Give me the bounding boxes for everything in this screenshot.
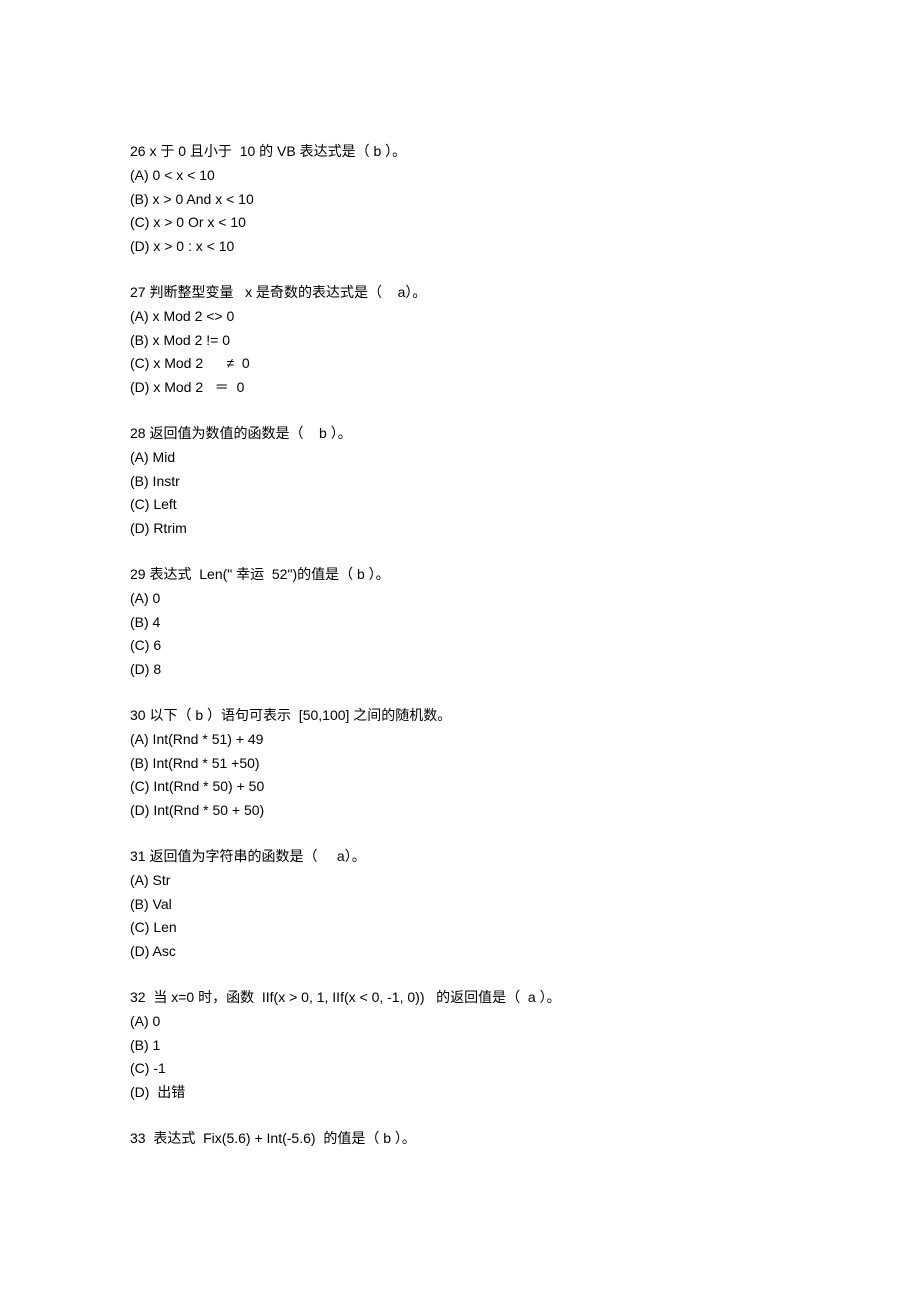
option-b: (B) 4: [130, 611, 790, 635]
question-text: 29 表达式 Len(" 幸运 52")的值是（ b ）。: [130, 563, 790, 587]
option-a: (A) Int(Rnd * 51) + 49: [130, 728, 790, 752]
option-b: (B) Int(Rnd * 51 +50): [130, 752, 790, 776]
option-b: (B) Instr: [130, 470, 790, 494]
option-c: (C) -1: [130, 1057, 790, 1081]
option-a: (A) Str: [130, 869, 790, 893]
question-text: 31 返回值为字符串的函数是（ a）。: [130, 845, 790, 869]
option-c: (C) x > 0 Or x < 10: [130, 211, 790, 235]
question-text: 30 以下（ b ）语句可表示 [50,100] 之间的随机数。: [130, 704, 790, 728]
question-text: 27 判断整型变量 x 是奇数的表达式是（ a）。: [130, 281, 790, 305]
option-d: (D) x Mod 2 ＝ 0: [130, 376, 790, 400]
question-text: 26 x 于 0 且小于 10 的 VB 表达式是（ b ）。: [130, 140, 790, 164]
question-27: 27 判断整型变量 x 是奇数的表达式是（ a）。 (A) x Mod 2 <>…: [130, 281, 790, 400]
option-a: (A) 0: [130, 1010, 790, 1034]
option-a: (A) 0: [130, 587, 790, 611]
question-28: 28 返回值为数值的函数是（ b ）。 (A) Mid (B) Instr (C…: [130, 422, 790, 541]
option-c: (C) Int(Rnd * 50) + 50: [130, 775, 790, 799]
question-text: 32 当 x=0 时，函数 IIf(x > 0, 1, IIf(x < 0, -…: [130, 986, 790, 1010]
option-a: (A) x Mod 2 <> 0: [130, 305, 790, 329]
option-c: (C) Left: [130, 493, 790, 517]
option-c: (C) x Mod 2 ≠ 0: [130, 352, 790, 376]
option-d: (D) Rtrim: [130, 517, 790, 541]
option-c: (C) 6: [130, 634, 790, 658]
question-30: 30 以下（ b ）语句可表示 [50,100] 之间的随机数。 (A) Int…: [130, 704, 790, 823]
question-32: 32 当 x=0 时，函数 IIf(x > 0, 1, IIf(x < 0, -…: [130, 986, 790, 1105]
question-31: 31 返回值为字符串的函数是（ a）。 (A) Str (B) Val (C) …: [130, 845, 790, 964]
question-29: 29 表达式 Len(" 幸运 52")的值是（ b ）。 (A) 0 (B) …: [130, 563, 790, 682]
option-d: (D) Int(Rnd * 50 + 50): [130, 799, 790, 823]
option-a: (A) Mid: [130, 446, 790, 470]
option-b: (B) Val: [130, 893, 790, 917]
option-d: (D) 出错: [130, 1081, 790, 1105]
question-26: 26 x 于 0 且小于 10 的 VB 表达式是（ b ）。 (A) 0 < …: [130, 140, 790, 259]
question-text: 33 表达式 Fix(5.6) + Int(-5.6) 的值是（ b ）。: [130, 1127, 790, 1151]
option-b: (B) x > 0 And x < 10: [130, 188, 790, 212]
option-d: (D) x > 0 : x < 10: [130, 235, 790, 259]
document-page: 26 x 于 0 且小于 10 的 VB 表达式是（ b ）。 (A) 0 < …: [0, 0, 920, 1303]
option-b: (B) x Mod 2 != 0: [130, 329, 790, 353]
option-c: (C) Len: [130, 916, 790, 940]
question-text: 28 返回值为数值的函数是（ b ）。: [130, 422, 790, 446]
option-b: (B) 1: [130, 1034, 790, 1058]
option-a: (A) 0 < x < 10: [130, 164, 790, 188]
question-33: 33 表达式 Fix(5.6) + Int(-5.6) 的值是（ b ）。: [130, 1127, 790, 1151]
option-d: (D) Asc: [130, 940, 790, 964]
option-d: (D) 8: [130, 658, 790, 682]
